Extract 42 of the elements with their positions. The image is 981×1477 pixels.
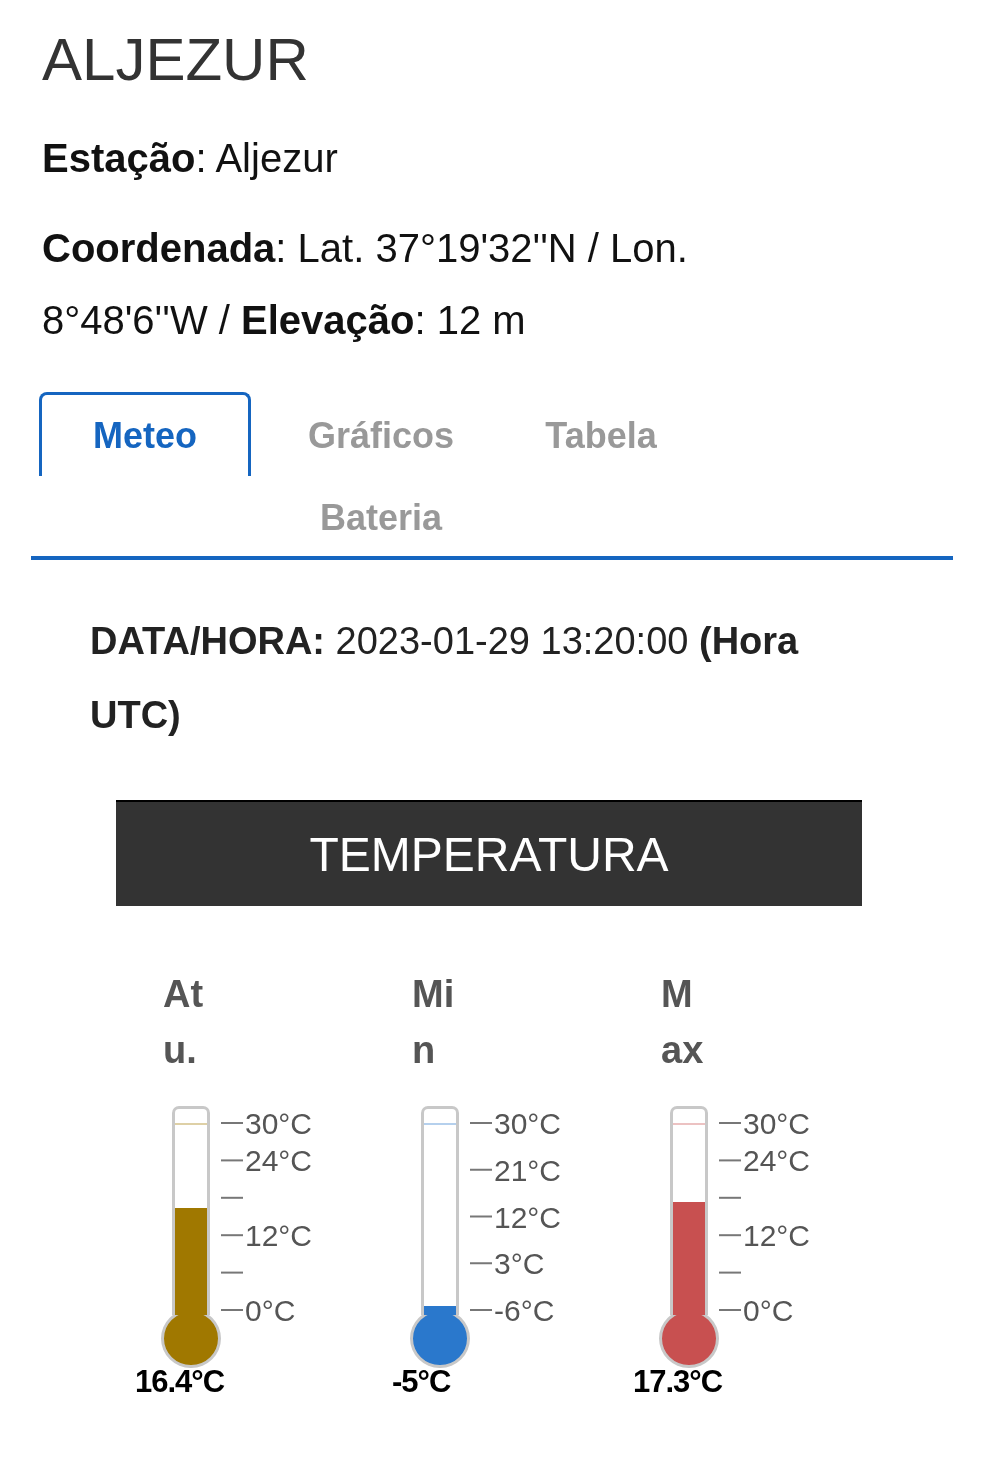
tick-label: -6°C bbox=[494, 1294, 555, 1327]
tick-label: 21°C bbox=[494, 1153, 562, 1187]
tab[interactable]: Meteo bbox=[39, 392, 251, 476]
gauge-value: 17.3°C bbox=[633, 1364, 724, 1400]
tick-label: 12°C bbox=[245, 1219, 313, 1253]
gauge-value: 16.4°C bbox=[135, 1364, 226, 1400]
gauge-label: Min bbox=[412, 972, 456, 1073]
section-title: TEMPERATURA bbox=[309, 826, 669, 882]
tick-mark bbox=[221, 1159, 244, 1162]
tick-label: 0°C bbox=[245, 1294, 296, 1327]
tick-label: 3°C bbox=[494, 1247, 545, 1281]
tick-label: 24°C bbox=[245, 1144, 313, 1178]
tick-mark bbox=[221, 1271, 244, 1274]
gauge-label: Max bbox=[661, 972, 705, 1073]
tick-mark bbox=[221, 1234, 244, 1237]
coordinates-text: Coordenada: Lat. 37°19'32''N / Lon. 8°48'6''W / Elevação: 12 m bbox=[42, 225, 689, 344]
tick-label: 30°C bbox=[743, 1107, 811, 1140]
tick-label: 12°C bbox=[494, 1200, 562, 1234]
gauge-label: Atu. bbox=[163, 972, 205, 1073]
tick-mark bbox=[719, 1159, 742, 1162]
datetime-text: DATA/HORA: 2023-01-29 13:20:00 (Hora UTC) bbox=[90, 619, 800, 738]
tick-mark bbox=[470, 1122, 493, 1124]
tick-mark bbox=[221, 1309, 244, 1311]
tick-mark bbox=[719, 1309, 742, 1311]
tick-mark bbox=[221, 1122, 244, 1124]
station-text: Estação: Aljezur bbox=[42, 135, 339, 182]
tick-label: 24°C bbox=[743, 1144, 811, 1178]
tick-label: 30°C bbox=[494, 1107, 562, 1140]
tick-label: 30°C bbox=[245, 1107, 313, 1140]
tick-label: 0°C bbox=[743, 1294, 794, 1327]
tick-mark bbox=[470, 1168, 493, 1171]
page-title: ALJEZUR bbox=[42, 25, 310, 95]
tick-mark bbox=[719, 1234, 742, 1237]
tick-mark bbox=[470, 1309, 493, 1311]
tick-label: 12°C bbox=[743, 1219, 811, 1253]
tick-mark bbox=[719, 1271, 742, 1274]
gauge-value: -5°C bbox=[392, 1364, 452, 1400]
tick-mark bbox=[719, 1196, 742, 1199]
tick-mark bbox=[470, 1262, 493, 1265]
tick-mark bbox=[221, 1196, 244, 1199]
tick-mark bbox=[470, 1215, 493, 1218]
tick-mark bbox=[719, 1122, 742, 1124]
